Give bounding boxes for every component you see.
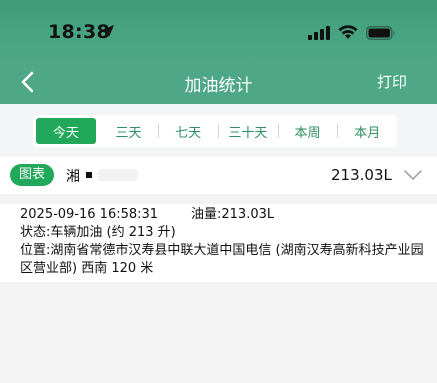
record-amount: 油量:213.03L: [191, 207, 275, 222]
status-bar: 18:38: [0, 0, 437, 62]
empty-area: [0, 282, 437, 383]
screen: 18:38 加油统计 打印 今天 三天 七天 三十天 本周 本月 图表 湘 21…: [0, 0, 437, 383]
period-tabs-bar: 今天 三天 七天 三十天 本周 本月: [0, 104, 437, 154]
tab-three-days[interactable]: 三天: [99, 118, 159, 144]
cellular-signal-icon: [308, 26, 330, 40]
section-divider: [0, 194, 437, 204]
tab-thirty-days[interactable]: 三十天: [218, 118, 278, 144]
print-button[interactable]: 打印: [377, 71, 407, 92]
location-arrow-icon: [102, 25, 114, 37]
vehicle-row[interactable]: 图表 湘 213.03L: [0, 156, 437, 194]
chevron-down-icon[interactable]: [404, 170, 422, 180]
tab-seven-days[interactable]: 七天: [158, 118, 218, 144]
plate-redaction-mark: [86, 172, 92, 178]
period-tabs: 今天 三天 七天 三十天 本周 本月: [33, 115, 397, 147]
battery-icon: [366, 26, 395, 40]
wifi-icon: [338, 25, 358, 39]
tab-today[interactable]: 今天: [36, 118, 96, 144]
tab-this-week[interactable]: 本周: [277, 118, 338, 144]
plate-number: 湘: [66, 169, 80, 185]
record-location: 位置:湖南省常德市汉寿县中联大道中国电信 (湖南汉寿高新科技产业园区营业部) 西…: [20, 243, 424, 276]
chart-badge-button[interactable]: 图表: [10, 164, 55, 186]
plate-redaction-blur: [98, 169, 138, 181]
record-time: 2025-09-16 16:58:31: [20, 207, 159, 222]
nav-bar: 加油统计 打印: [0, 62, 437, 104]
tab-this-month[interactable]: 本月: [337, 118, 397, 144]
refuel-record[interactable]: 2025-09-16 16:58:31 油量:213.03L 状态:车辆加油 (…: [0, 204, 437, 282]
total-volume: 213.03L: [331, 166, 392, 184]
record-state: 状态:车辆加油 (约 213 升): [20, 225, 176, 240]
page-title: 加油统计: [184, 76, 253, 96]
